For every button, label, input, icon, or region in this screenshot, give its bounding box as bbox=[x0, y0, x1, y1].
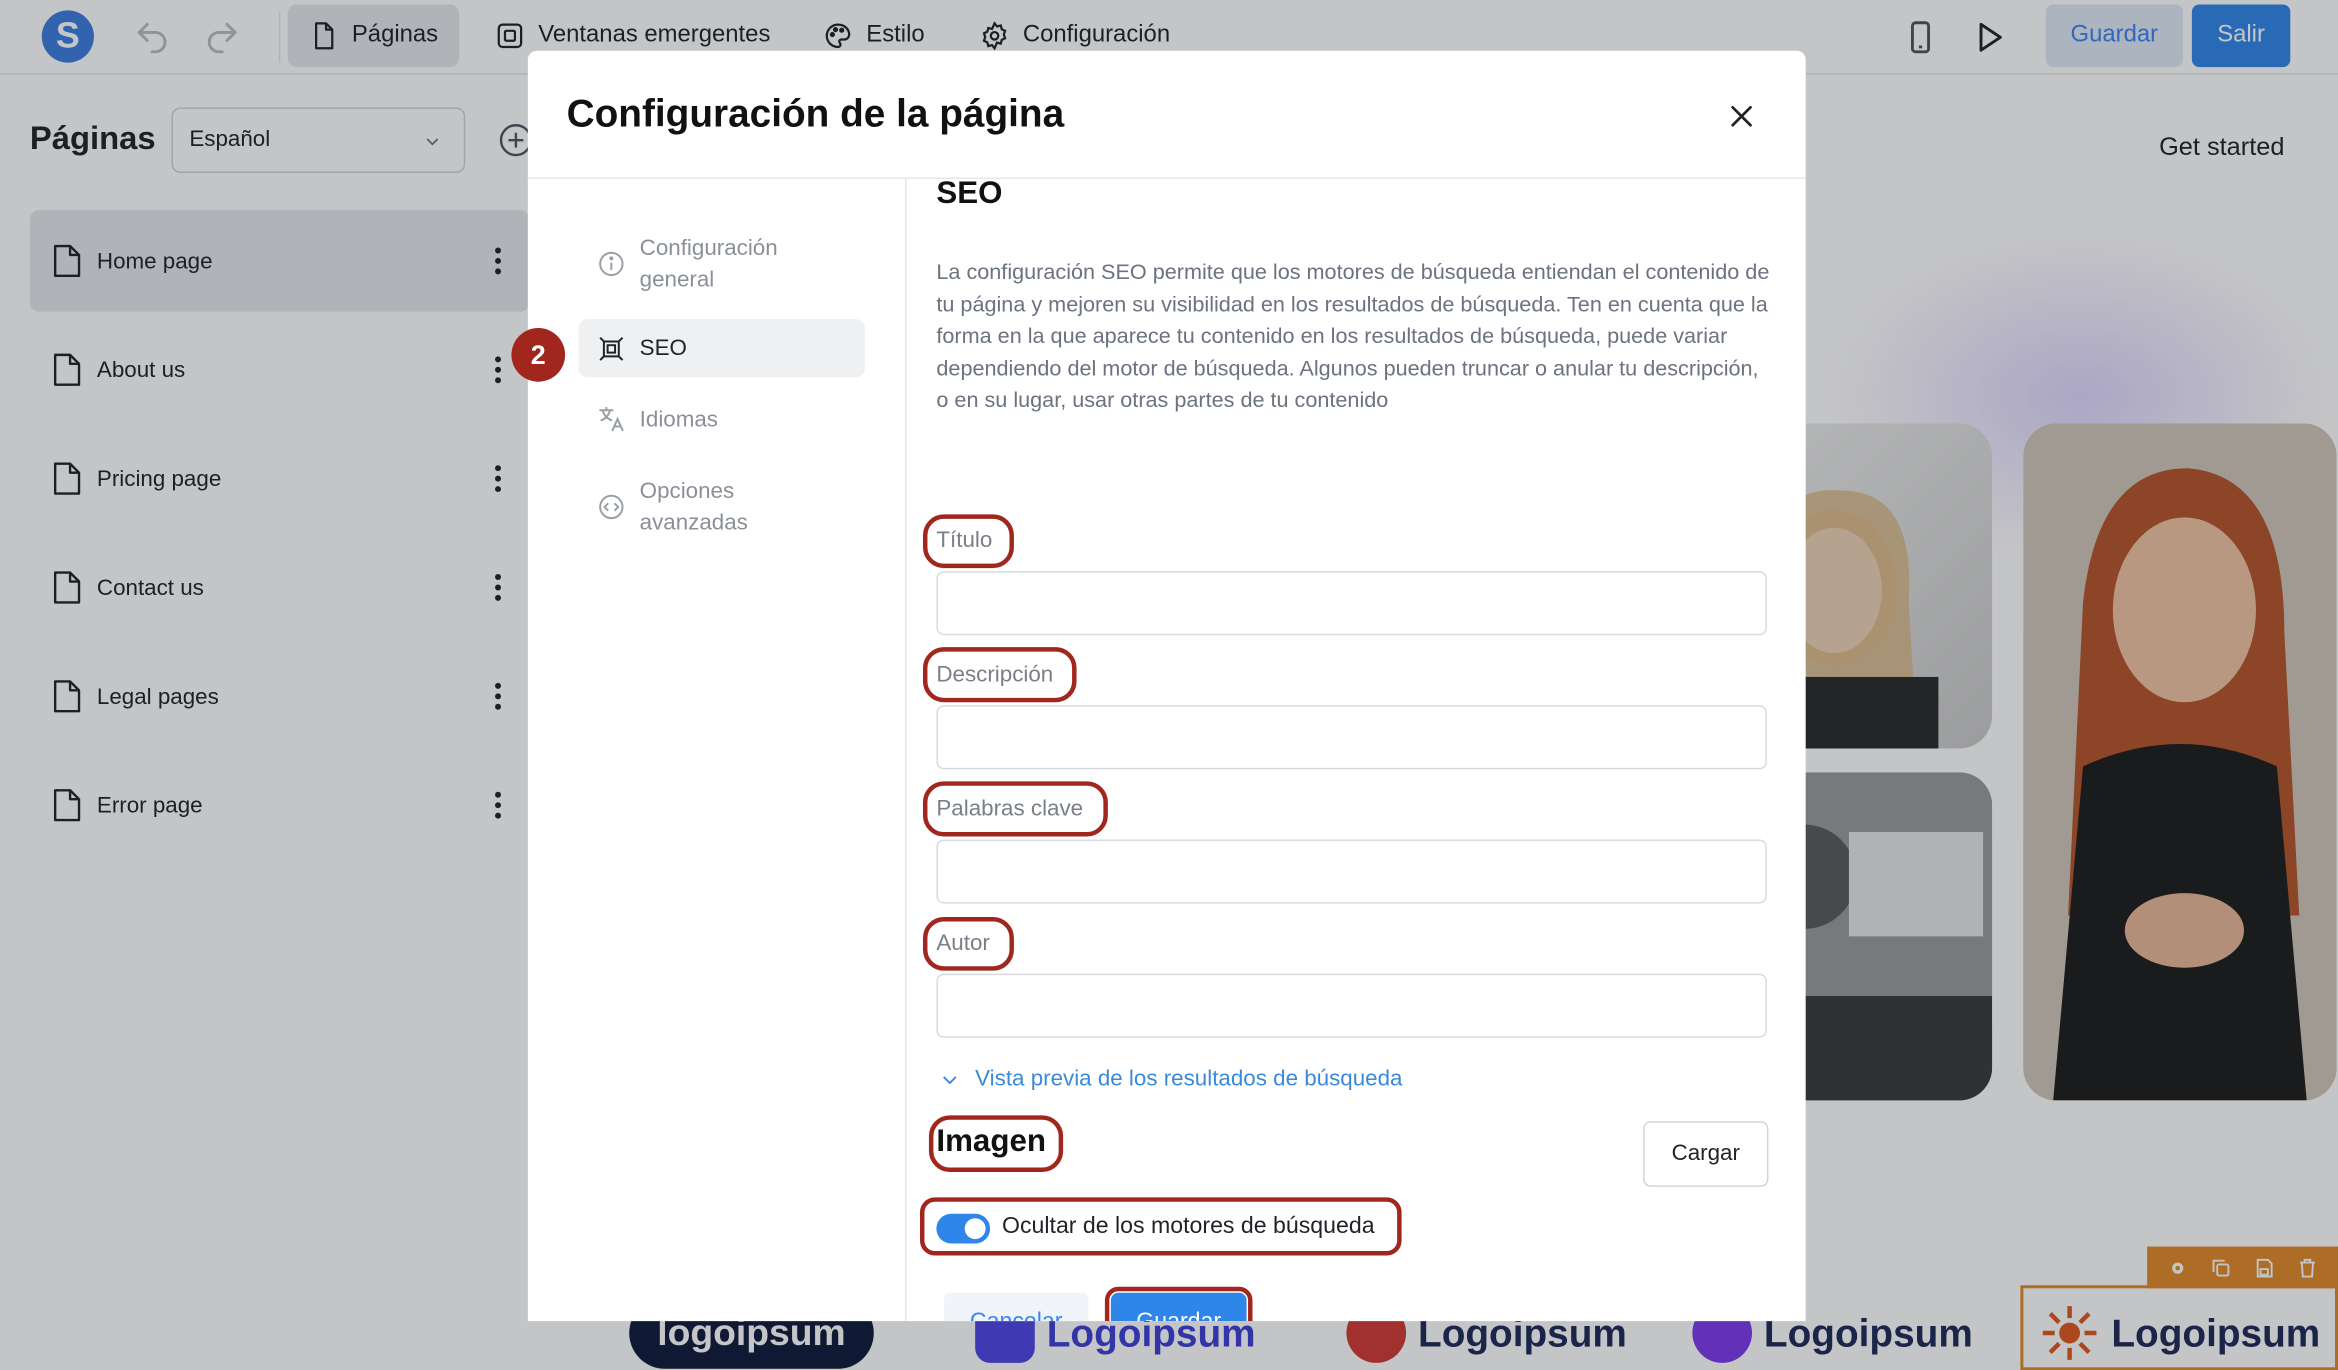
nav-label: Opciones avanzadas bbox=[639, 478, 748, 536]
upload-button[interactable]: Cargar bbox=[1643, 1121, 1769, 1187]
nav-seo[interactable]: SEO bbox=[578, 319, 865, 378]
annotation-highlight bbox=[919, 1197, 1402, 1256]
annotation-highlight bbox=[922, 647, 1077, 703]
chevron-down-icon bbox=[943, 1075, 957, 1084]
nav-label: SEO bbox=[639, 335, 687, 361]
seo-title-input[interactable] bbox=[936, 571, 1767, 636]
annotation-highlight bbox=[922, 781, 1108, 837]
nav-label: Configuración general bbox=[639, 235, 778, 293]
seo-content: SEO La configuración SEO permite que los… bbox=[907, 178, 1806, 1322]
seo-description-input[interactable] bbox=[936, 705, 1767, 770]
annotation-highlight bbox=[922, 917, 1014, 971]
search-preview-label: Vista previa de los resultados de búsque… bbox=[975, 1066, 1403, 1092]
seo-keywords-input[interactable] bbox=[936, 839, 1767, 904]
cancel-button[interactable]: Cancelar bbox=[943, 1292, 1089, 1322]
annotation-highlight bbox=[922, 514, 1014, 569]
seo-heading: SEO bbox=[936, 178, 1003, 211]
nav-idiomas[interactable]: Idiomas bbox=[579, 391, 865, 448]
nav-opciones-avanzadas[interactable]: Opciones avanzadas bbox=[579, 473, 865, 542]
step-number-badge: 2 bbox=[511, 328, 566, 382]
close-icon[interactable] bbox=[1727, 101, 1757, 131]
app-root: S Páginas Ventanas emergentes Estilo Con… bbox=[0, 0, 2338, 1370]
seo-description: La configuración SEO permite que los mot… bbox=[936, 260, 1770, 414]
seo-icon bbox=[599, 336, 624, 361]
info-icon bbox=[599, 251, 624, 277]
nav-configuracion-general[interactable]: Configuración general bbox=[579, 230, 865, 299]
page-settings-modal: Configuración de la página Configuración… bbox=[527, 50, 1806, 1322]
modal-title: Configuración de la página bbox=[566, 90, 1065, 136]
annotation-highlight bbox=[928, 1115, 1064, 1172]
annotation-highlight bbox=[1104, 1286, 1253, 1322]
translate-icon bbox=[599, 406, 624, 432]
nav-label: Idiomas bbox=[639, 406, 718, 432]
search-preview-toggle[interactable]: Vista previa de los resultados de búsque… bbox=[939, 1066, 1402, 1091]
seo-author-input[interactable] bbox=[936, 973, 1767, 1038]
code-icon bbox=[599, 494, 624, 520]
